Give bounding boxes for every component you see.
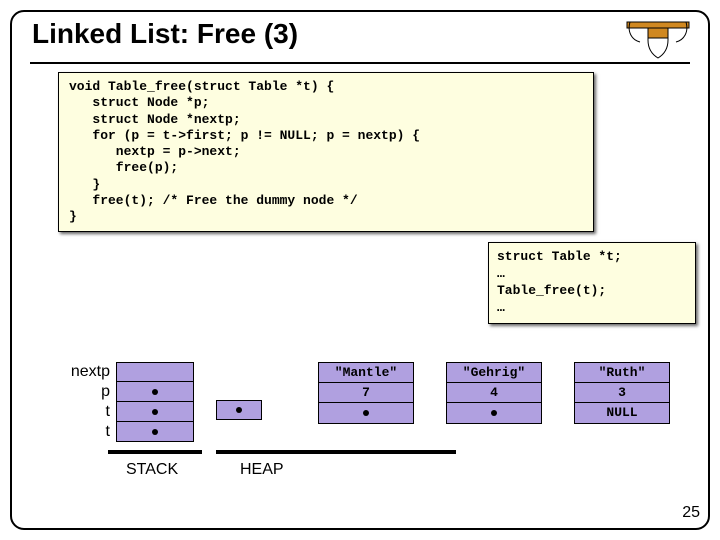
title-rule (30, 62, 690, 64)
heap-table-struct (216, 400, 262, 420)
pointer-dot-icon (152, 409, 158, 415)
node-key: "Mantle" (319, 363, 413, 383)
node-val: 3 (575, 383, 669, 403)
code-block: void Table_free(struct Table *t) { struc… (58, 72, 594, 232)
stack-cell-t-caller (116, 422, 194, 442)
heap-label: HEAP (240, 461, 284, 479)
page-title: Linked List: Free (3) (32, 18, 298, 50)
stack-cell-nextp (116, 362, 194, 382)
stack-cells (116, 362, 194, 442)
page-number: 25 (682, 504, 700, 522)
node-mantle: "Mantle" 7 (318, 362, 414, 424)
slide-frame: Linked List: Free (3) void Table_free(st… (10, 10, 710, 530)
stack-label: STACK (126, 461, 178, 479)
usage-snippet: struct Table *t; … Table_free(t); … (488, 242, 696, 324)
stack-cell-t-local (116, 402, 194, 422)
node-ruth: "Ruth" 3 NULL (574, 362, 670, 424)
node-next (447, 403, 541, 423)
stack-rule (108, 450, 202, 454)
node-key: "Gehrig" (447, 363, 541, 383)
heap-rule (216, 450, 456, 454)
node-gehrig: "Gehrig" 4 (446, 362, 542, 424)
node-key: "Ruth" (575, 363, 669, 383)
node-next: NULL (575, 403, 669, 423)
stack-var-p: p (58, 382, 110, 402)
stack-var-t-caller: t (58, 422, 110, 442)
pointer-dot-icon (152, 429, 158, 435)
node-val: 7 (319, 383, 413, 403)
pointer-dot-icon (363, 410, 369, 416)
stack-var-nextp: nextp (58, 362, 110, 382)
pointer-dot-icon (152, 389, 158, 395)
princeton-shield-icon (626, 18, 690, 64)
stack-var-labels: nextp p t t (58, 362, 110, 442)
node-val: 4 (447, 383, 541, 403)
stack-var-t-local: t (58, 402, 110, 422)
pointer-dot-icon (236, 407, 242, 413)
pointer-dot-icon (491, 410, 497, 416)
stack-cell-p (116, 382, 194, 402)
node-next (319, 403, 413, 423)
